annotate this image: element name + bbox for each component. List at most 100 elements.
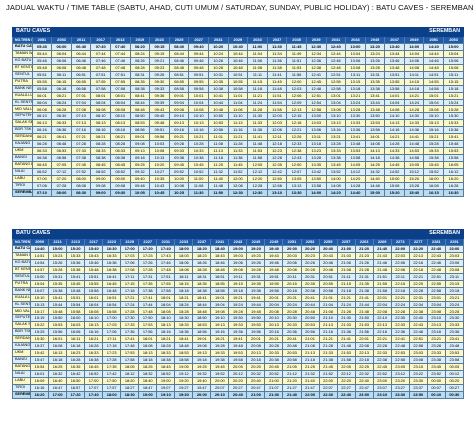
departure-time: 12:30 bbox=[305, 43, 327, 51]
departure-time: 13:35 bbox=[364, 77, 386, 86]
departure-time: 18:31 bbox=[192, 272, 212, 281]
departure-time: 15:15 bbox=[443, 77, 464, 86]
train-number: 2043 bbox=[345, 35, 366, 44]
departure-time: 15:53 bbox=[443, 147, 464, 155]
departure-time: 12:15 bbox=[286, 112, 307, 121]
departure-time: 09:13 bbox=[168, 119, 190, 128]
table-row: BT KENTONMEN05:4806:0806:4807:4807:4808:… bbox=[12, 63, 464, 72]
departure-time: 10:41 bbox=[207, 91, 229, 100]
departure-time: 10:48 bbox=[207, 105, 229, 114]
departure-time: 11:58 bbox=[266, 105, 288, 114]
departure-time: 14:51 bbox=[30, 251, 50, 260]
departure-time: 15:08 bbox=[443, 63, 464, 72]
departure-time: 22:21 bbox=[372, 335, 392, 344]
departure-time: 08:46 bbox=[168, 56, 190, 65]
train-number: 2245 bbox=[264, 237, 284, 246]
departure-time: 12:03 bbox=[266, 119, 288, 128]
departure-time: 13:48 bbox=[384, 63, 405, 72]
station-name: BDR TSK SELATAN bbox=[12, 126, 33, 135]
departure-time: 18:33 bbox=[174, 321, 194, 330]
departure-time: 18:48 bbox=[210, 265, 230, 274]
departure-time: 12:41 bbox=[305, 70, 327, 79]
destination-label: SEREMBAN bbox=[247, 27, 464, 37]
train-number: 2223 bbox=[102, 237, 122, 246]
departure-time: 10:33 bbox=[188, 147, 209, 155]
departure-time: 21:28 bbox=[318, 342, 338, 351]
departure-time: 15:00 bbox=[48, 245, 68, 253]
departure-time: 11:08 bbox=[207, 140, 229, 149]
train-number: 2035 bbox=[286, 35, 307, 44]
departure-time: 09:01 bbox=[168, 91, 190, 100]
departure-time: 22:05 bbox=[336, 362, 356, 371]
departure-time: 12:51 bbox=[305, 91, 327, 100]
departure-time: 20:06 bbox=[282, 258, 302, 267]
departure-time: 18:27 bbox=[120, 383, 140, 392]
departure-time: 12:46 bbox=[325, 56, 347, 65]
departure-time: 21:43 bbox=[372, 251, 392, 260]
departure-time: 10:35 bbox=[207, 77, 229, 86]
table-row: TAMAN WAHYU05:4406:0406:4407:4407:4408:2… bbox=[12, 49, 464, 58]
departure-time: 17:06 bbox=[102, 328, 122, 337]
departure-time: 15:35 bbox=[48, 279, 68, 288]
departure-time: 19:21 bbox=[210, 335, 230, 344]
departure-time: 17:38 bbox=[138, 286, 158, 295]
departure-time: 21:08 bbox=[336, 265, 356, 274]
departure-time: 09:23 bbox=[149, 63, 170, 72]
departure-time: 16:13 bbox=[48, 349, 68, 357]
departure-time: 14:25 bbox=[364, 160, 386, 169]
departure-time: 23:52 bbox=[426, 369, 446, 378]
departure-time: 19:08 bbox=[228, 265, 248, 274]
table-row: SEPUTEH 06:10 06:30 07:10 08:10 08:10 08:50 09:… bbox=[12, 112, 464, 121]
departure-time: 10:13 bbox=[188, 119, 209, 128]
departure-time: 19:10 bbox=[210, 314, 230, 323]
departure-time: 21:03 bbox=[336, 251, 356, 260]
departure-time: 20:56 bbox=[300, 328, 320, 337]
station-name: NILAI bbox=[12, 167, 33, 176]
departure-time: 14:58 bbox=[403, 154, 425, 162]
departure-time: 19:36 bbox=[228, 328, 248, 337]
departure-time: 23:04 bbox=[426, 300, 446, 309]
departure-time: 16:01 bbox=[30, 369, 50, 378]
departure-time: 23:12 bbox=[390, 369, 410, 378]
departure-time: 08:48 bbox=[168, 63, 190, 72]
departure-time: 20:10 bbox=[264, 314, 284, 323]
departure-time: 17:31 bbox=[138, 272, 158, 281]
departure-time: 22:28 bbox=[372, 342, 392, 351]
departure-time: 19:53 bbox=[228, 349, 248, 357]
departure-time: 21:48 bbox=[336, 342, 356, 351]
departure-time: 22:32 bbox=[354, 369, 374, 378]
departure-time: 20:48 bbox=[300, 307, 320, 316]
departure-time: 12:42 bbox=[266, 167, 288, 176]
departure-time: 19:33 bbox=[210, 349, 230, 357]
departure-time: 15:21 bbox=[423, 133, 445, 142]
departure-time: 15:33 bbox=[423, 147, 445, 155]
departure-time: 15:17 bbox=[30, 307, 50, 316]
departure-time: 14:24 bbox=[403, 98, 425, 107]
departure-time: 18:45 bbox=[156, 362, 176, 371]
departure-time: 18:13 bbox=[138, 349, 158, 357]
departure-time: 09:40 bbox=[188, 43, 209, 51]
departure-time: 14:08 bbox=[364, 140, 386, 149]
departure-time: 18:46 bbox=[210, 258, 230, 267]
departure-time: 17:42 bbox=[102, 369, 122, 378]
departure-time: 11:52 bbox=[227, 167, 249, 176]
train-number: 2251 bbox=[282, 237, 302, 246]
departure-time: 09:56 bbox=[149, 133, 170, 142]
station-name: SALAK SELATAN bbox=[12, 119, 33, 128]
table-row: KG BATU 14:54 15:26 15:36 15:46 16:36 17:06 17:… bbox=[11, 258, 465, 267]
departure-time: 19:00 bbox=[138, 390, 158, 399]
departure-time: 18:15 bbox=[174, 279, 194, 288]
departure-time: 15:48 bbox=[84, 265, 104, 274]
departure-time: 18:35 bbox=[192, 279, 212, 288]
station-name: UKM bbox=[11, 349, 32, 357]
departure-time: 20:30 bbox=[282, 314, 302, 323]
train-number: 2255 bbox=[318, 237, 338, 246]
departure-time: 22:01 bbox=[354, 335, 374, 344]
departure-time: 21:07 bbox=[264, 383, 284, 392]
departure-time: 17:30 bbox=[120, 314, 140, 323]
departure-time: 21:36 bbox=[336, 328, 356, 337]
departure-time: 17:11 bbox=[120, 272, 140, 281]
train-number: 2045 bbox=[364, 35, 386, 44]
departure-time: 13:24 bbox=[345, 98, 366, 107]
departure-time: 13:21 bbox=[325, 133, 347, 142]
